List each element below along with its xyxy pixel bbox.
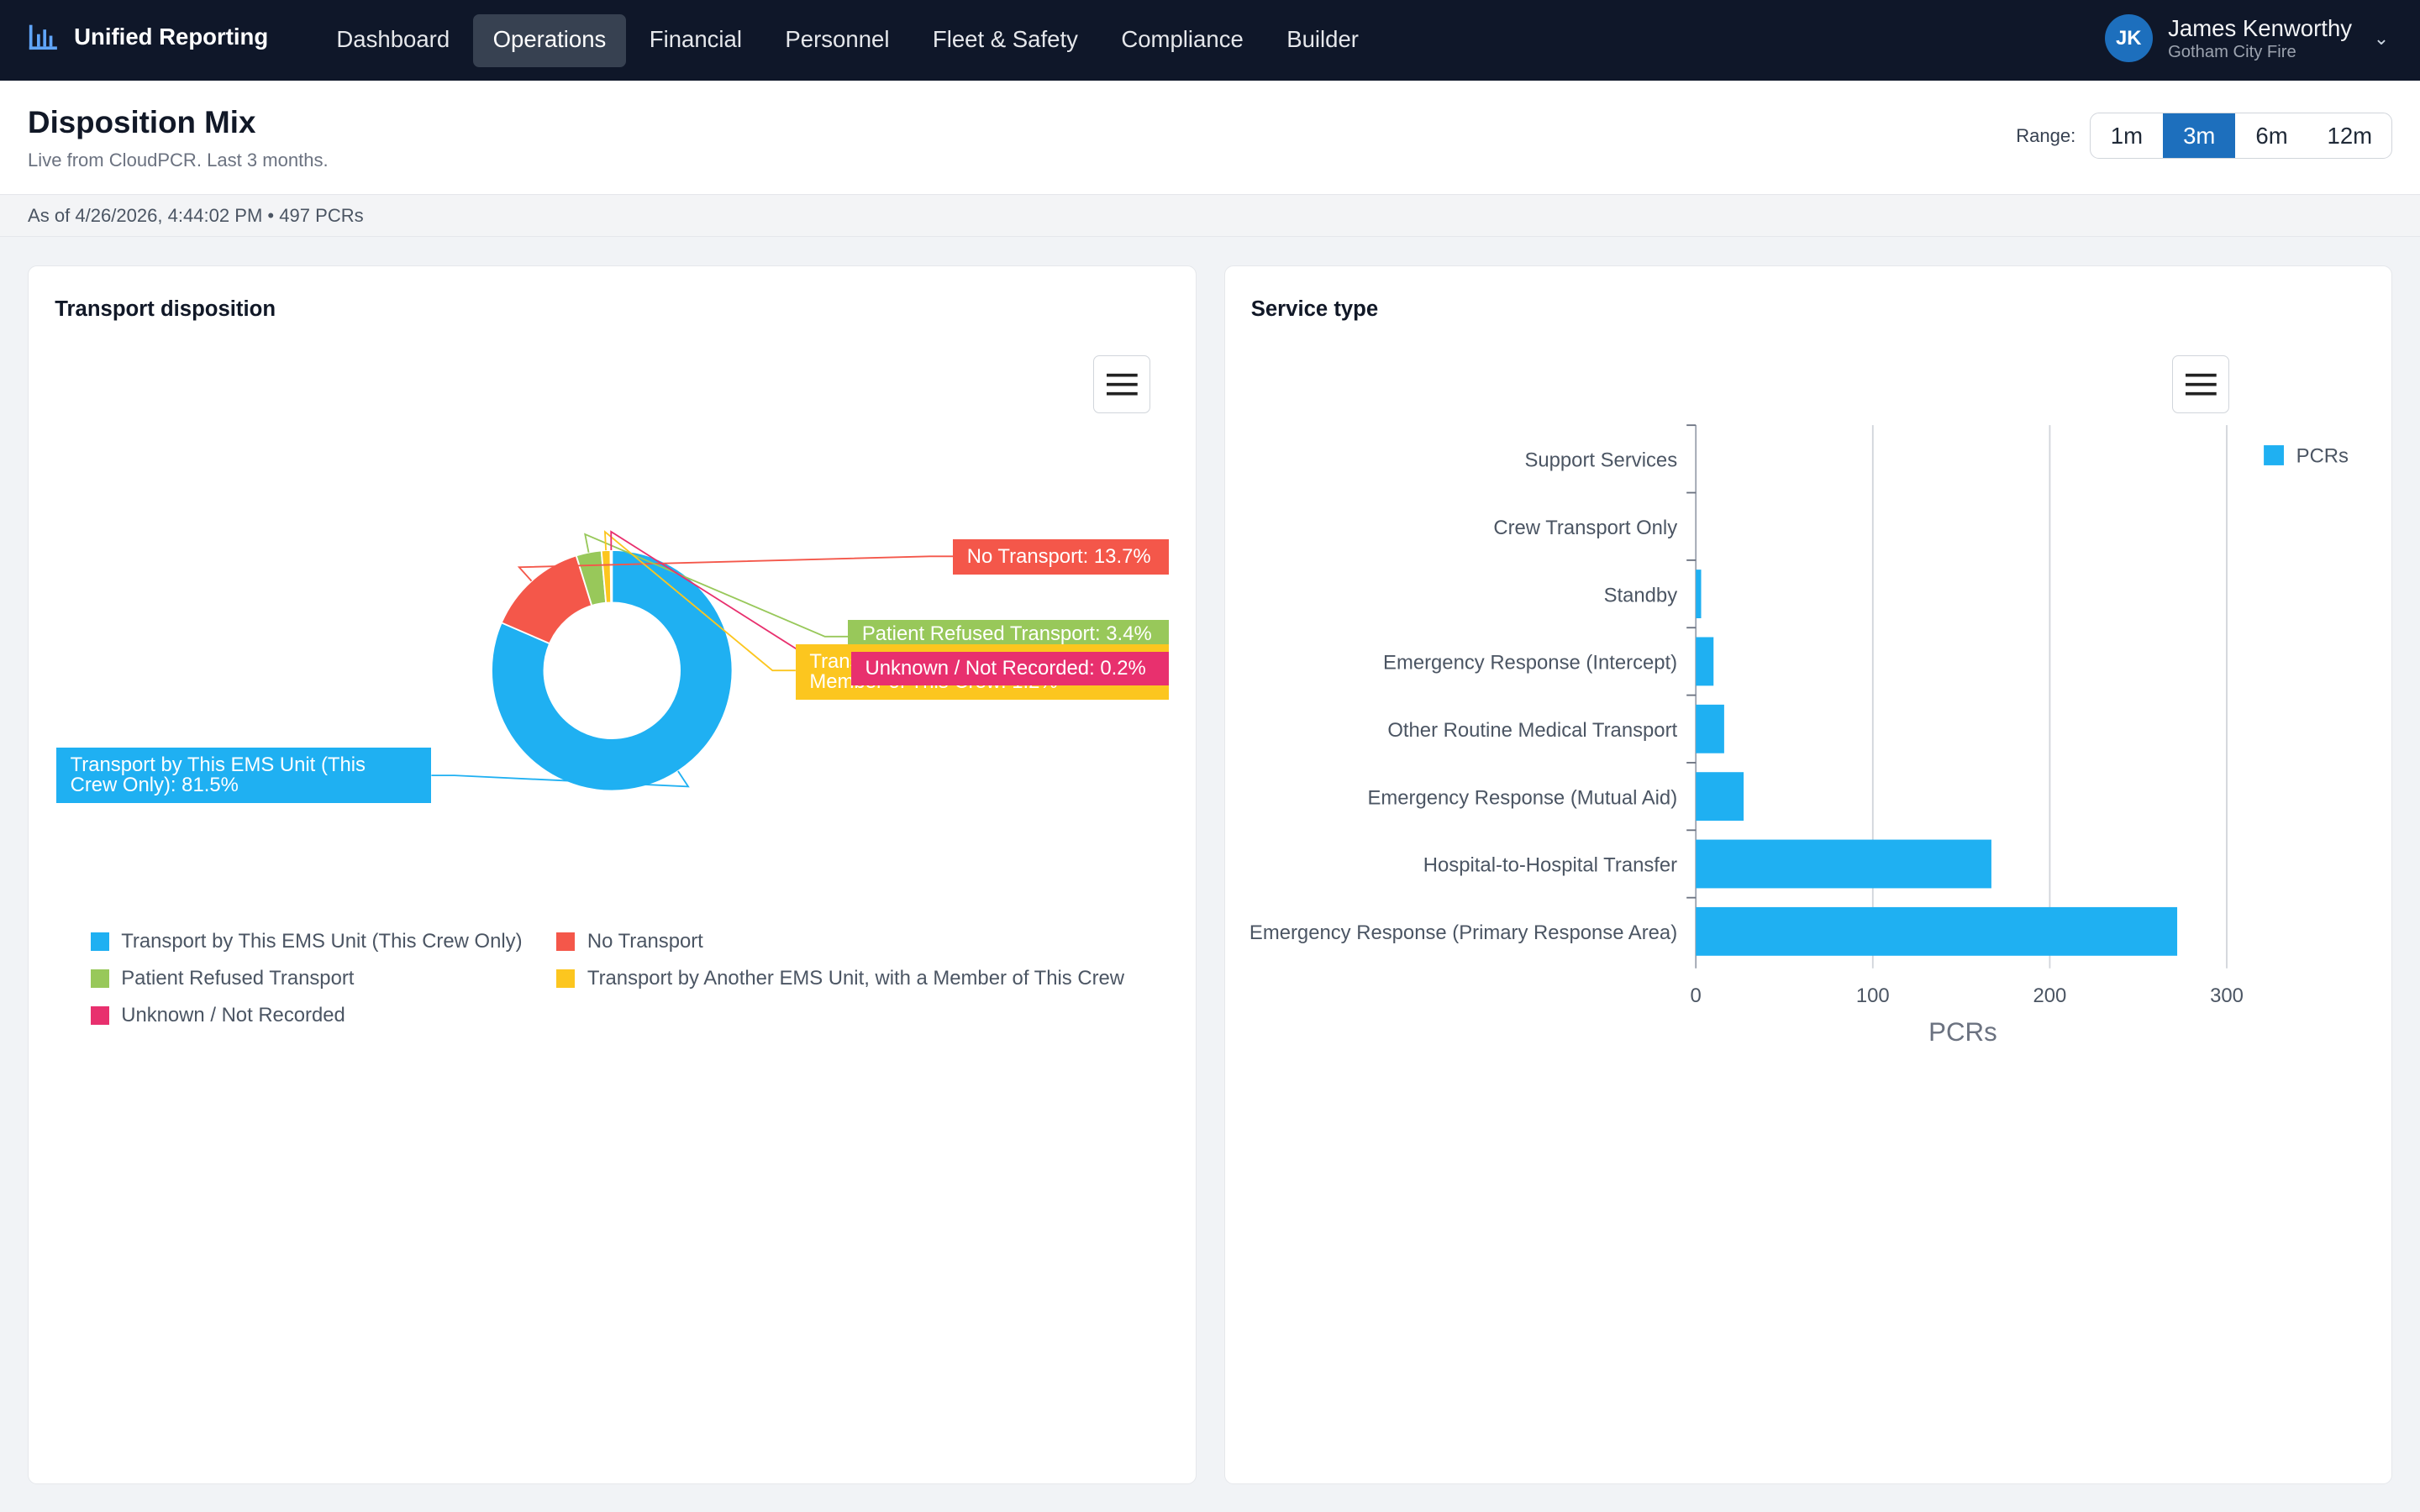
x-tick-label: 100 (1855, 984, 1889, 1007)
nav-personnel[interactable]: Personnel (765, 14, 910, 67)
range-3m-button[interactable]: 3m (2163, 113, 2236, 159)
service-type-card: Service type Support Services Crew Transp… (1223, 265, 2393, 1485)
x-tick-label: 0 (1690, 984, 1701, 1007)
nav-builder[interactable]: Builder (1266, 14, 1379, 67)
top-navbar: Unified Reporting Dashboard Operations F… (0, 0, 2420, 81)
brand[interactable]: Unified Reporting (28, 22, 268, 53)
legend-label: Unknown / Not Recorded (121, 1003, 345, 1026)
user-name: James Kenworthy (2168, 14, 2353, 41)
legend-label: Transport by This EMS Unit (This Crew On… (121, 929, 523, 953)
app-title: Unified Reporting (74, 24, 269, 50)
legend-swatch (90, 932, 109, 951)
legend-swatch (90, 1005, 109, 1025)
y-category-label: Other Routine Medical Transport (1387, 719, 1677, 742)
donut-slice[interactable] (609, 549, 613, 604)
slice-data-label: Unknown / Not Recorded: 0.2% (851, 652, 1170, 686)
legend-swatch (556, 932, 576, 951)
as-of-text: As of 4/26/2026, 4:44:02 PM • 497 PCRs (28, 205, 364, 227)
y-category-label: Support Services (1524, 449, 1677, 471)
y-category-label: Emergency Response (Primary Response Are… (1249, 921, 1676, 944)
slice-data-label: No Transport: 13.7% (953, 539, 1170, 575)
legend-swatch (556, 969, 576, 988)
bar-chart-icon (29, 24, 57, 50)
y-category-label: Crew Transport Only (1493, 517, 1677, 539)
nav-dashboard[interactable]: Dashboard (317, 14, 471, 67)
page-subtitle: Live from CloudPCR. Last 3 months. (28, 150, 329, 171)
nav-fleet-safety[interactable]: Fleet & Safety (913, 14, 1098, 67)
bar[interactable] (1695, 772, 1744, 821)
legend-item[interactable]: No Transport (556, 930, 703, 953)
legend-swatch (90, 969, 109, 988)
y-category-label: Hospital-to-Hospital Transfer (1423, 854, 1676, 877)
legend-item[interactable]: Patient Refused Transport (90, 966, 355, 990)
nav-operations[interactable]: Operations (472, 13, 627, 67)
bar[interactable] (1695, 906, 2177, 956)
legend-swatch (2263, 444, 2284, 465)
y-category-label: Emergency Response (Mutual Aid) (1367, 786, 1677, 809)
bar[interactable] (1695, 637, 1713, 686)
range-6m-button[interactable]: 6m (2235, 113, 2307, 158)
legend-label: Transport by Another EMS Unit, with a Me… (587, 966, 1125, 990)
avatar: JK (2104, 14, 2153, 63)
x-axis-title: PCRs (1928, 1017, 1997, 1047)
user-menu[interactable]: JK James Kenworthy Gotham City Fire ⌄ (2104, 14, 2389, 64)
legend-label: No Transport (587, 929, 703, 953)
legend-item[interactable]: Unknown / Not Recorded (90, 1003, 345, 1027)
range-1m-button[interactable]: 1m (2091, 113, 2163, 158)
bar[interactable] (1695, 704, 1724, 753)
y-category-label: Standby (1603, 584, 1677, 606)
legend-label: PCRs (2296, 444, 2348, 467)
nav-financial[interactable]: Financial (629, 14, 762, 67)
legend-item[interactable]: Transport by This EMS Unit (This Crew On… (90, 929, 523, 953)
y-category-label: Emergency Response (Intercept) (1383, 652, 1677, 675)
bar[interactable] (1695, 839, 1991, 889)
bar-chart: Support Services Crew Transport Only Stand… (1249, 424, 2349, 1047)
donut-chart (431, 529, 954, 792)
nav-compliance[interactable]: Compliance (1101, 14, 1263, 67)
bar[interactable] (1695, 570, 1702, 618)
range-selector: Range: 1m 3m 6m 12m (2016, 113, 2392, 160)
user-org: Gotham City Fire (2168, 42, 2296, 61)
slice-data-label: Transport by This EMS Unit (This Crew On… (56, 747, 432, 804)
chevron-down-icon[interactable]: ⌄ (2374, 28, 2389, 50)
range-12m-button[interactable]: 12m (2308, 113, 2391, 158)
legend-item[interactable]: Transport by Another EMS Unit, with a Me… (556, 967, 1124, 990)
legend-label: Patient Refused Transport (121, 966, 355, 990)
main-nav: Dashboard Operations Financial Personnel… (317, 13, 1379, 67)
x-tick-label: 200 (2033, 984, 2066, 1007)
page-title: Disposition Mix (28, 104, 256, 139)
as-of-bar: As of 4/26/2026, 4:44:02 PM • 497 PCRs (0, 196, 2420, 237)
transport-disposition-card: Transport disposition Transport by This … (28, 265, 1197, 1485)
x-tick-label: 300 (2210, 984, 2244, 1007)
page-header: Disposition Mix Live from CloudPCR. Last… (0, 80, 2420, 196)
range-label: Range: (2016, 124, 2076, 146)
